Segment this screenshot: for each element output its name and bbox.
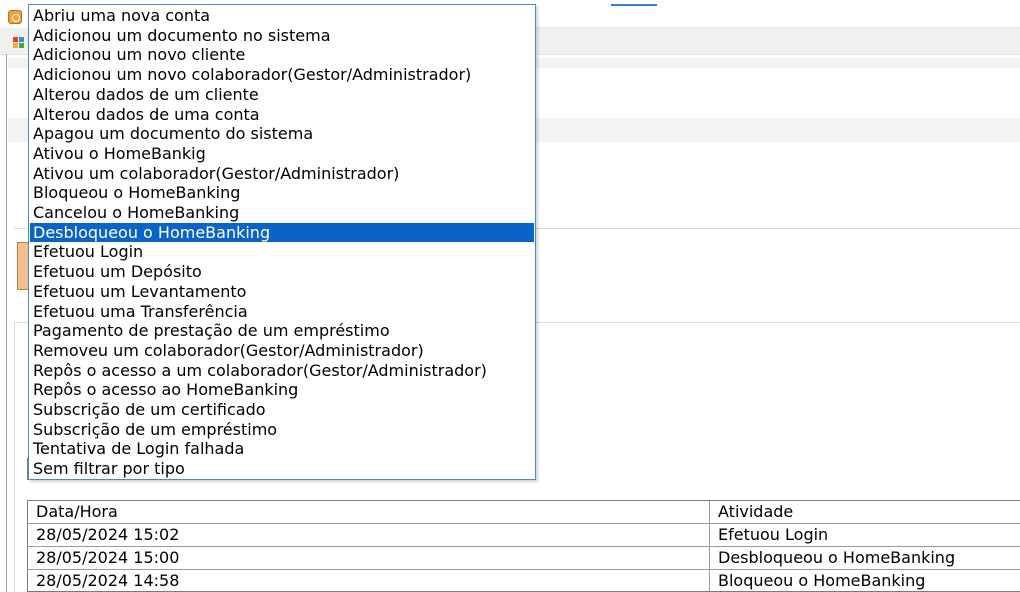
dropdown-option[interactable]: Subscrição de um empréstimo — [30, 420, 534, 440]
cell-activity: Desbloqueou o HomeBanking — [718, 548, 956, 567]
dropdown-option[interactable]: Ativou um colaborador(Gestor/Administrad… — [30, 164, 534, 184]
toolbar-grid-icon[interactable] — [13, 37, 25, 48]
panel-border — [6, 54, 7, 592]
dropdown-option[interactable]: Pagamento de prestação de um empréstimo — [30, 321, 534, 341]
dropdown-option[interactable]: Alterou dados de um cliente — [30, 85, 534, 105]
dropdown-option[interactable]: Repôs o acesso a um colaborador(Gestor/A… — [30, 361, 534, 381]
dropdown-option[interactable]: Sem filtrar por tipo — [30, 459, 534, 479]
column-header-activity[interactable]: Atividade — [710, 501, 1020, 523]
dropdown-option[interactable]: Apagou um documento do sistema — [30, 124, 534, 144]
dropdown-option[interactable]: Alterou dados de uma conta — [30, 105, 534, 125]
dropdown-option[interactable]: Efetuou um Depósito — [30, 262, 534, 282]
group-border — [14, 322, 15, 592]
dropdown-option[interactable]: Adicionou um novo colaborador(Gestor/Adm… — [30, 65, 534, 85]
table-row[interactable]: 28/05/2024 14:58 Bloqueou o HomeBanking — [28, 570, 1020, 591]
dropdown-option[interactable]: Tentativa de Login falhada — [30, 439, 534, 459]
dropdown-option[interactable]: Repôs o acesso ao HomeBanking — [30, 380, 534, 400]
dropdown-option[interactable]: Subscrição de um certificado — [30, 400, 534, 420]
dropdown-option[interactable]: Cancelou o HomeBanking — [30, 203, 534, 223]
cell-activity: Efetuou Login — [718, 525, 829, 544]
dropdown-option[interactable]: Efetuou Login — [30, 242, 534, 262]
activity-grid[interactable]: Data/Hora Atividade 28/05/2024 15:02 Efe… — [27, 500, 1020, 592]
cell-datetime: 28/05/2024 14:58 — [28, 570, 710, 591]
title-accent-line — [611, 4, 657, 6]
table-row[interactable]: 28/05/2024 15:00 Desbloqueou o HomeBanki… — [28, 547, 1020, 570]
table-row[interactable]: 28/05/2024 15:02 Efetuou Login — [28, 524, 1020, 547]
dropdown-option[interactable]: Efetuou uma Transferência — [30, 302, 534, 322]
cell-activity: Bloqueou o HomeBanking — [718, 571, 926, 590]
app-icon — [8, 10, 22, 24]
dropdown-option[interactable]: Ativou o HomeBankig — [30, 144, 534, 164]
column-header-datetime[interactable]: Data/Hora — [28, 501, 710, 523]
cell-datetime: 28/05/2024 15:02 — [28, 524, 710, 546]
cell-datetime: 28/05/2024 15:00 — [28, 547, 710, 569]
dropdown-option[interactable]: Efetuou um Levantamento — [30, 282, 534, 302]
dropdown-option[interactable]: Adicionou um documento no sistema — [30, 26, 534, 46]
grid-header-row: Data/Hora Atividade — [28, 501, 1020, 524]
dropdown-option[interactable]: Removeu um colaborador(Gestor/Administra… — [30, 341, 534, 361]
dropdown-option[interactable]: Adicionou um novo cliente — [30, 45, 534, 65]
dropdown-option[interactable]: Abriu uma nova conta — [30, 6, 534, 26]
activity-type-dropdown-list[interactable]: Abriu uma nova conta Adicionou um documen… — [28, 4, 536, 480]
dropdown-option[interactable]: Bloqueou o HomeBanking — [30, 183, 534, 203]
dropdown-option[interactable]: Desbloqueou o HomeBanking — [30, 222, 534, 243]
